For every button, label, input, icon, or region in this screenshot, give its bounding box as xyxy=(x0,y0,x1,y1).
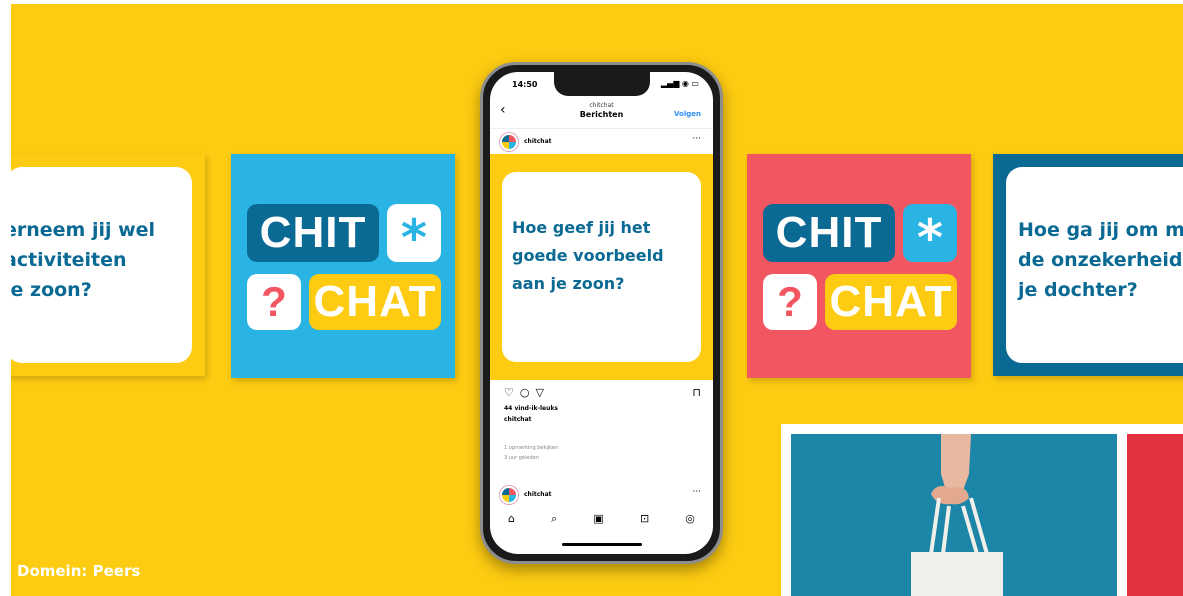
question-card-inner: Hoe ga jij om m de onzekerheid je dochte… xyxy=(1006,167,1183,363)
chit-label: CHIT xyxy=(763,204,895,262)
post-question: Hoe geef jij het goede voorbeeld aan je … xyxy=(512,218,664,293)
question-card-inner: erneem jij wel activiteiten je zoon? xyxy=(11,167,192,363)
status-time: 14:50 xyxy=(512,80,538,89)
phone-notch xyxy=(554,72,650,96)
post-actions: ♡○▽ xyxy=(504,386,550,399)
question-text: Hoe ga jij om m de onzekerheid je dochte… xyxy=(1018,219,1183,301)
likes-count[interactable]: 44 vind-ik-leuks xyxy=(504,405,558,412)
photo-panel xyxy=(781,424,1183,596)
more-options-icon[interactable]: ··· xyxy=(692,134,701,144)
logo-card-blue: CHIT * ? CHAT xyxy=(231,154,455,378)
view-comments-link[interactable]: 1 opmerking bekijken xyxy=(504,445,558,451)
post-image: Hoe geef jij het goede voorbeeld aan je … xyxy=(490,154,713,380)
home-icon[interactable]: ⌂ xyxy=(508,512,515,536)
domain-label: Domein: Peers xyxy=(17,562,141,580)
nav-subtitle: chitchat xyxy=(589,102,614,109)
shop-icon[interactable]: ⊡ xyxy=(640,512,649,536)
question-mark-icon: ? xyxy=(763,274,817,330)
more-options-icon[interactable]: ··· xyxy=(692,487,701,497)
avatar[interactable] xyxy=(500,133,518,151)
next-post-header: chitchat ··· xyxy=(490,482,713,506)
question-card-left: erneem jij wel activiteiten je zoon? xyxy=(11,154,205,376)
status-icons: ▂▄▆ ◉ ▭ xyxy=(660,79,699,88)
chit-label: CHIT xyxy=(247,204,379,262)
poster-stage: erneem jij wel activiteiten je zoon? CHI… xyxy=(11,4,1183,596)
tote-bag-photo xyxy=(791,434,1117,596)
tab-bar: ⌂ ⌕ ▣ ⊡ ◎ xyxy=(490,512,713,536)
post-username[interactable]: chitchat xyxy=(524,491,552,498)
caption-username[interactable]: chitchat xyxy=(504,416,532,423)
asterisk-icon: * xyxy=(903,204,957,267)
reels-icon[interactable]: ▣ xyxy=(593,512,603,536)
phone-mockup: 14:50 ▂▄▆ ◉ ▭ ‹ chitchat Berichten Volge… xyxy=(480,62,723,564)
logo-card-red: CHIT * ? CHAT xyxy=(747,154,971,378)
search-icon[interactable]: ⌕ xyxy=(551,512,557,536)
home-indicator xyxy=(562,543,642,546)
comment-icon[interactable]: ○ xyxy=(520,386,536,399)
phone-screen: 14:50 ▂▄▆ ◉ ▭ ‹ chitchat Berichten Volge… xyxy=(490,72,713,554)
post-header: chitchat ··· xyxy=(490,128,713,154)
bookmark-icon[interactable]: ⊓ xyxy=(692,386,701,399)
share-icon[interactable]: ▽ xyxy=(535,386,549,399)
red-photo-panel xyxy=(1127,434,1183,596)
post-card: Hoe geef jij het goede voorbeeld aan je … xyxy=(502,172,701,362)
question-mark-icon: ? xyxy=(247,274,301,330)
post-username[interactable]: chitchat xyxy=(524,138,552,145)
follow-button[interactable]: Volgen xyxy=(674,110,701,118)
question-card-right: Hoe ga jij om m de onzekerheid je dochte… xyxy=(993,154,1183,376)
heart-icon[interactable]: ♡ xyxy=(504,386,520,399)
asterisk-icon: * xyxy=(387,204,441,267)
chat-label: CHAT xyxy=(309,274,441,330)
post-timestamp: 3 uur geleden xyxy=(504,455,539,461)
avatar[interactable] xyxy=(500,486,518,504)
question-text: erneem jij wel activiteiten je zoon? xyxy=(11,219,156,301)
profile-icon[interactable]: ◎ xyxy=(685,512,695,536)
chat-label: CHAT xyxy=(825,274,957,330)
hand-holding-bag-illustration xyxy=(911,434,1003,596)
